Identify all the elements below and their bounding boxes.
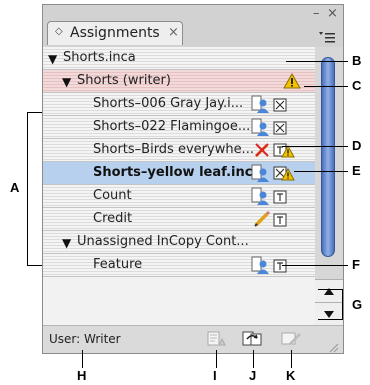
user-icon bbox=[251, 187, 271, 210]
list-item-file[interactable]: ▼ Shorts.inca bbox=[43, 47, 315, 70]
callout-b: B bbox=[352, 53, 362, 68]
list-item-story[interactable]: Count bbox=[43, 185, 315, 208]
warning-icon bbox=[283, 72, 301, 93]
leader-g-bottom bbox=[318, 319, 342, 320]
user-icon bbox=[251, 164, 271, 187]
scroll-up-button[interactable] bbox=[315, 279, 343, 302]
list-item-label: Shorts–006 Gray Jay.i... bbox=[93, 96, 244, 111]
list-item-label: Shorts.inca bbox=[63, 50, 136, 65]
user-icon bbox=[251, 118, 271, 141]
expand-triangle-icon[interactable]: ▼ bbox=[48, 52, 57, 66]
x-warning-icon bbox=[273, 165, 295, 185]
user-icon bbox=[251, 95, 271, 118]
list-item-label: Credit bbox=[93, 211, 133, 226]
list-item-label: Unassigned InCopy Cont... bbox=[77, 234, 249, 249]
leader-i bbox=[216, 350, 217, 368]
callout-a: A bbox=[10, 180, 20, 195]
callout-f: F bbox=[352, 257, 360, 272]
assignments-list: ▼ Shorts.inca ▼ Shorts (writer) Shorts–0… bbox=[43, 47, 315, 325]
leader-b bbox=[286, 61, 348, 62]
callout-h: H bbox=[77, 368, 87, 383]
text-frame-icon bbox=[273, 189, 287, 208]
tab-collapse-icon[interactable]: ◇ bbox=[55, 26, 63, 37]
minimize-button[interactable]: – bbox=[313, 7, 320, 20]
list-item-assignment[interactable]: ▼ Shorts (writer) bbox=[43, 70, 315, 93]
panel-statusbar: User: Writer bbox=[43, 325, 343, 353]
assignments-panel: – × ◇ Assignments × ▼ Shorts.inca ▼ Shor… bbox=[42, 4, 344, 354]
leader-k bbox=[291, 350, 292, 368]
list-item-story[interactable]: Feature bbox=[43, 254, 315, 277]
list-item-label: Shorts–022 Flamingoe... bbox=[93, 119, 251, 134]
pencil-icon bbox=[253, 210, 271, 232]
leader-j bbox=[253, 350, 254, 368]
user-label: User: Writer bbox=[49, 332, 121, 346]
relink-icon[interactable] bbox=[241, 330, 265, 352]
list-item-story[interactable]: Credit bbox=[43, 208, 315, 231]
list-item-label: Shorts (writer) bbox=[77, 73, 171, 88]
callout-k: K bbox=[286, 368, 296, 383]
leader-f bbox=[282, 265, 348, 266]
leader-g-vertical bbox=[342, 289, 343, 320]
list-item-label: Shorts–yellow leaf.incx bbox=[93, 165, 261, 180]
list-item-label: Count bbox=[93, 188, 132, 203]
scrollbar-thumb[interactable] bbox=[321, 57, 335, 257]
callout-g: G bbox=[352, 297, 363, 312]
leader-g-top bbox=[318, 289, 342, 290]
resize-grip-icon[interactable] bbox=[327, 338, 339, 357]
close-panel-button[interactable]: × bbox=[327, 7, 338, 20]
tab-assignments[interactable]: ◇ Assignments × bbox=[47, 21, 183, 45]
tab-label: Assignments bbox=[70, 25, 160, 41]
panel-titlebar: – × ◇ Assignments × bbox=[43, 5, 343, 47]
list-item-assignment[interactable]: ▼ Unassigned InCopy Cont... bbox=[43, 231, 315, 254]
box-x-icon bbox=[273, 97, 287, 116]
text-frame-icon bbox=[273, 258, 287, 277]
list-item-story[interactable]: Shorts–006 Gray Jay.i... bbox=[43, 93, 315, 116]
callout-d: D bbox=[352, 138, 362, 153]
leader-c bbox=[304, 86, 348, 87]
leader-a-vertical bbox=[27, 112, 28, 266]
scroll-down-button[interactable] bbox=[315, 302, 343, 325]
user-icon bbox=[251, 256, 271, 279]
panel-menu-icon[interactable] bbox=[317, 29, 337, 45]
leader-h bbox=[82, 350, 83, 368]
callout-j: J bbox=[249, 368, 257, 383]
list-item-story-selected[interactable]: Shorts–yellow leaf.incx bbox=[43, 162, 315, 185]
leader-e bbox=[294, 171, 348, 172]
list-item-story[interactable]: Shorts–022 Flamingoe... bbox=[43, 116, 315, 139]
list-item-story[interactable]: Shorts–Birds everywhe... bbox=[43, 139, 315, 162]
callout-i: I bbox=[213, 368, 217, 383]
leader-d bbox=[282, 146, 348, 147]
crossed-pencil-icon bbox=[253, 141, 271, 163]
callout-e: E bbox=[352, 163, 361, 178]
text-warning-icon bbox=[273, 142, 295, 162]
list-item-label: Feature bbox=[93, 257, 143, 272]
edit-assignment-icon[interactable] bbox=[281, 331, 303, 351]
tab-close-icon[interactable]: × bbox=[168, 25, 179, 40]
expand-triangle-icon[interactable]: ▼ bbox=[62, 236, 71, 250]
box-x-icon bbox=[273, 120, 287, 139]
expand-triangle-icon[interactable]: ▼ bbox=[62, 75, 71, 89]
update-content-icon[interactable] bbox=[207, 331, 227, 351]
callout-c: C bbox=[352, 78, 362, 93]
list-item-label: Shorts–Birds everywhe... bbox=[93, 142, 254, 157]
text-frame-icon bbox=[273, 212, 287, 231]
